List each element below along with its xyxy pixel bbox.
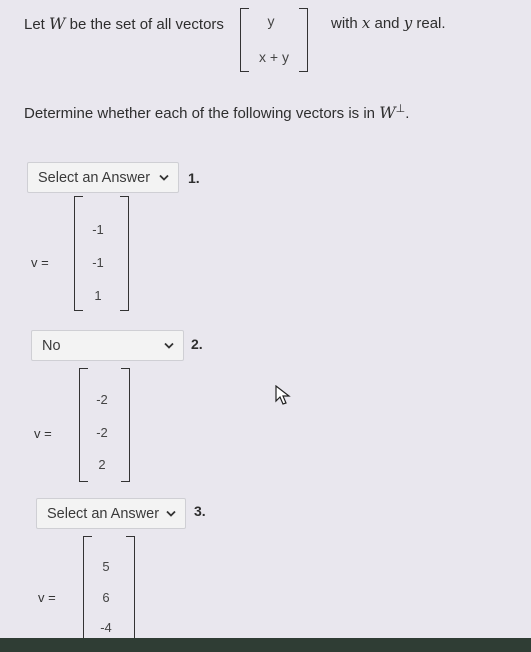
chevron-down-icon [164, 342, 174, 349]
answer-select-2[interactable]: No [31, 330, 184, 361]
vector-1-component: -1 [92, 255, 104, 270]
defining-vector-top: y [267, 13, 275, 29]
mouse-pointer-icon [275, 385, 291, 405]
instruction-text: Determine whether each of the following … [24, 103, 410, 122]
question-number-2: 2. [191, 336, 203, 352]
answer-select-1[interactable]: Select an Answer [27, 162, 179, 193]
answer-select-3[interactable]: Select an Answer [36, 498, 186, 529]
vector-3-component: 6 [102, 590, 110, 605]
vector-2-component: -2 [96, 425, 108, 440]
vector-label-2: v = [34, 426, 52, 441]
chevron-down-icon [166, 510, 176, 517]
defining-vector-bottom: x + y [259, 49, 289, 65]
vector-3-component: -4 [100, 620, 112, 635]
vector-3-component: 5 [102, 559, 110, 574]
vector-label-3: v = [38, 590, 56, 605]
vector-2-component: 2 [98, 457, 106, 472]
vector-label-1: v = [31, 255, 49, 270]
intro-suffix: with x and y real. [331, 14, 446, 32]
set-symbol: W [49, 14, 66, 33]
chevron-down-icon [159, 174, 169, 181]
intro-text: Let W be the set of all vectors [24, 14, 224, 33]
bottom-edge-bar [0, 638, 531, 652]
vector-1-component: 1 [94, 288, 102, 303]
vector-2-component: -2 [96, 392, 108, 407]
vector-1-component: -1 [92, 222, 104, 237]
question-number-3: 3. [194, 503, 206, 519]
question-number-1: 1. [188, 170, 200, 186]
